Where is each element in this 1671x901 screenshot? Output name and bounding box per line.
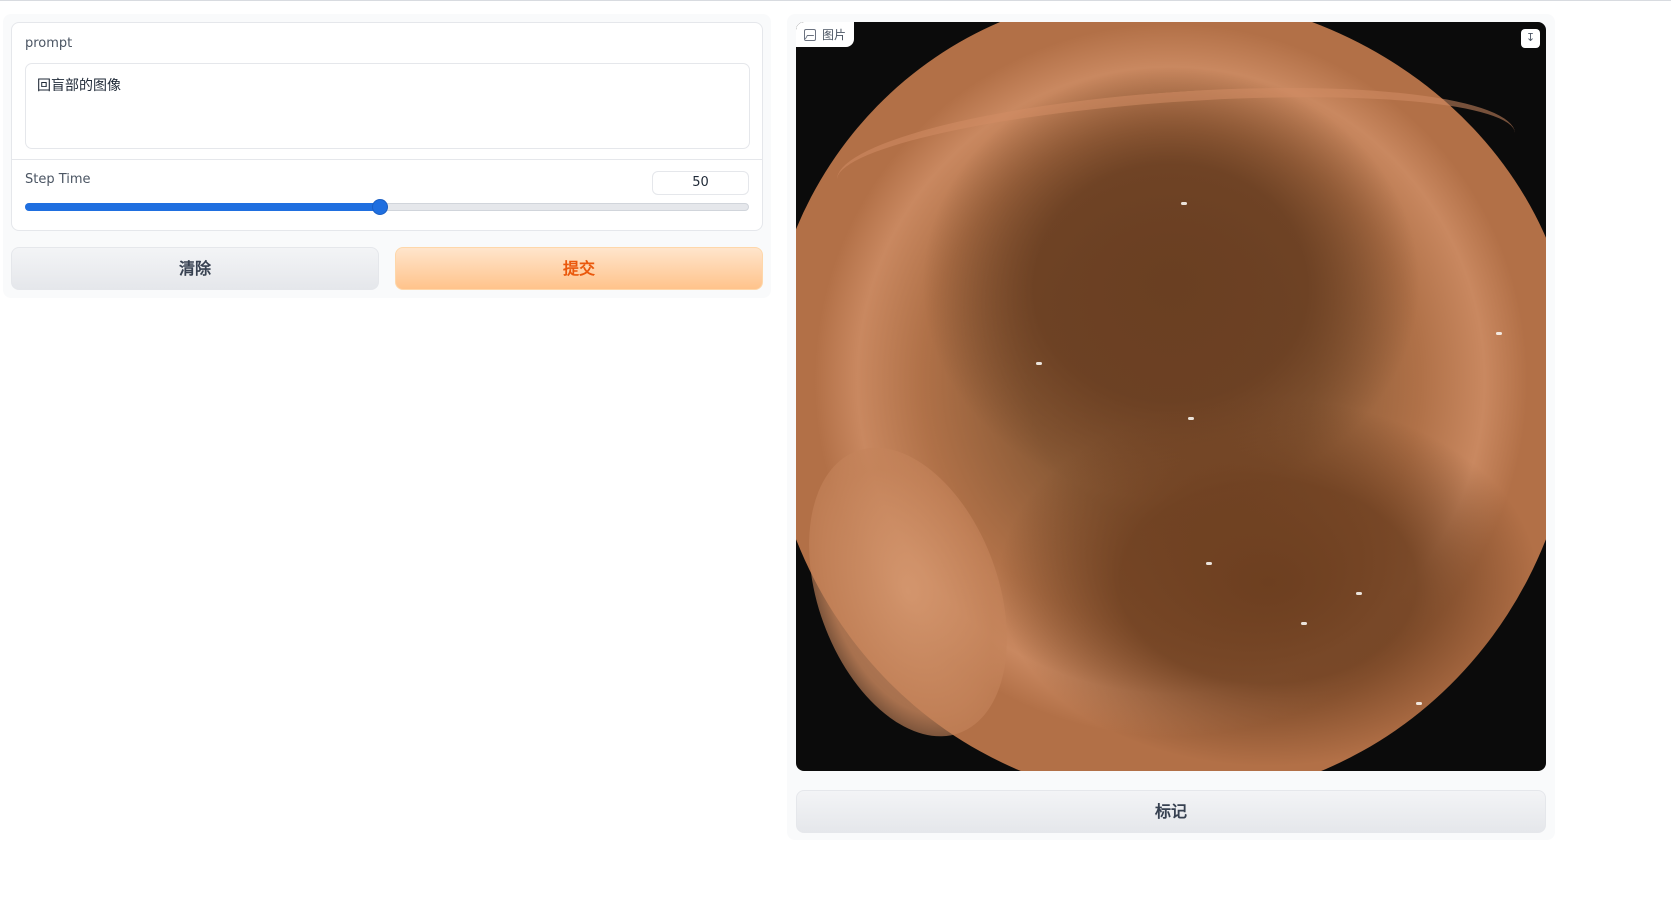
image-icon	[804, 28, 816, 41]
image-label-text: 图片	[822, 28, 847, 42]
divider	[12, 159, 762, 160]
top-border	[0, 0, 1671, 1]
prompt-label: prompt	[25, 36, 73, 51]
light-reflection	[1356, 592, 1362, 595]
light-reflection	[1188, 417, 1194, 420]
step-time-slider-fill	[25, 203, 380, 211]
mark-button[interactable]: 标记	[796, 790, 1546, 833]
image-label: 图片	[796, 22, 855, 47]
light-reflection	[1206, 562, 1212, 565]
clear-button[interactable]: 清除	[11, 247, 379, 290]
light-reflection	[1416, 702, 1422, 705]
light-reflection	[1301, 622, 1307, 625]
step-time-label: Step Time	[25, 172, 91, 187]
output-column: 图片 ↧ 标记	[787, 14, 1555, 840]
step-time-slider-thumb[interactable]	[372, 200, 387, 214]
prompt-textarea[interactable]: 回盲部的图像	[25, 63, 750, 149]
output-image-panel: 图片 ↧	[796, 22, 1546, 771]
download-icon[interactable]: ↧	[1521, 29, 1540, 48]
light-reflection	[1036, 362, 1042, 365]
light-reflection	[1181, 202, 1187, 205]
input-column: prompt 回盲部的图像 Step Time 50 清除 提交	[3, 14, 771, 298]
light-reflection	[1496, 332, 1502, 335]
step-time-number-input[interactable]: 50	[652, 171, 749, 195]
submit-button[interactable]: 提交	[395, 247, 763, 290]
input-form: prompt 回盲部的图像 Step Time 50	[11, 22, 763, 231]
